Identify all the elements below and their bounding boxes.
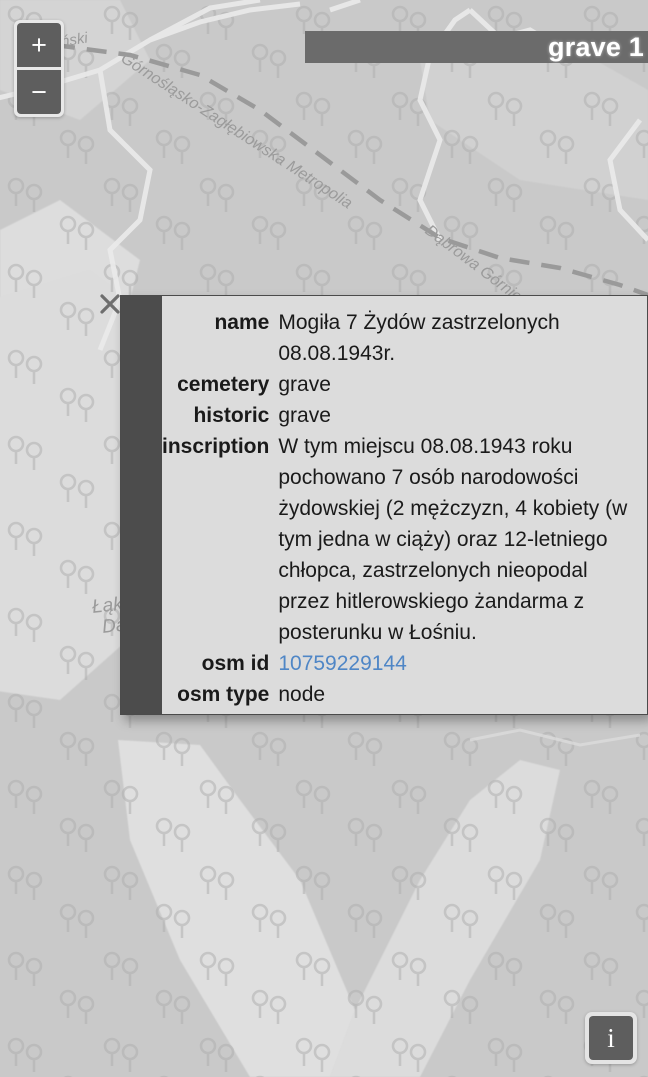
map-application: ciański Górnośląsko-Zagłębiowska Metropo… [0,0,648,1077]
attribute-value-historic: grave [278,404,331,427]
table-row: cemetery grave [162,369,647,400]
attribute-key-cemetery: cemetery [177,373,270,396]
zoom-controls: + − [14,20,64,117]
attribute-key-historic: historic [193,404,270,427]
title-bar: grave 1 [305,31,648,63]
table-row: historic grave [162,400,647,431]
feature-attribute-table: name Mogiła 7 Żydów zastrzelonych 08.08.… [162,307,647,710]
page-title: grave 1 [548,31,644,62]
attribute-value-osm-type: node [278,683,326,706]
info-icon: i [589,1016,633,1060]
attribute-key-osm-id: osm id [201,652,270,675]
attribute-key-osm-type: osm type [177,683,270,706]
table-row: inscription W tym miejscu 08.08.1943 rok… [162,431,647,648]
feature-popup: name Mogiła 7 Żydów zastrzelonych 08.08.… [120,295,648,715]
zoom-in-button[interactable]: + [17,23,61,67]
zoom-out-button[interactable]: − [17,70,61,114]
attribute-value-osm-id[interactable]: 10759229144 [278,648,647,679]
close-icon[interactable] [98,292,122,316]
attribute-value-cemetery: grave [278,373,331,396]
attribute-value-inscription: W tym miejscu 08.08.1943 roku pochowano … [278,435,628,644]
table-row: osm id 10759229144 [162,648,647,679]
table-row: name Mogiła 7 Żydów zastrzelonych 08.08.… [162,307,647,369]
attribute-key-inscription: inscription [162,435,270,458]
info-button[interactable]: i [585,1012,637,1064]
attribute-value-name: Mogiła 7 Żydów zastrzelonych 08.08.1943r… [278,311,560,365]
popup-gutter [121,296,162,714]
attribute-key-name: name [214,311,270,334]
table-row: osm type node [162,679,647,710]
popup-content: name Mogiła 7 Żydów zastrzelonych 08.08.… [162,296,647,714]
